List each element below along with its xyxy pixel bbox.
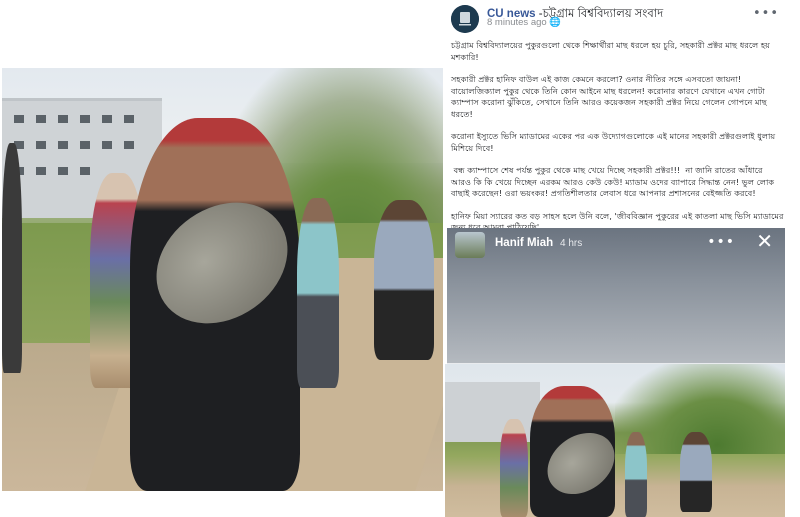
left-photo (2, 68, 443, 491)
post-paragraph: করোনা ইস্যুতে ভিসি ম্যাডামের একের পর এক … (451, 131, 778, 153)
cu-news-logo-icon (451, 5, 479, 33)
viewer-timestamp[interactable]: 4 hrs (560, 238, 582, 249)
close-icon[interactable]: ✕ (756, 231, 773, 251)
person-grey-shirt (374, 200, 434, 360)
person-striped-shirt (500, 419, 528, 517)
more-dots-icon[interactable]: ••• (707, 234, 735, 250)
globe-icon: 🌐 (549, 17, 562, 28)
post-paragraph: চট্টগ্রাম বিশ্ববিদ্যালয়ের পুকুরগুলো থেক… (451, 40, 773, 62)
post-more-options-icon[interactable]: ••• (753, 6, 779, 21)
right-photo[interactable] (445, 364, 785, 517)
photo-building (445, 382, 540, 442)
post-paragraph: সহকারী প্রক্টর হানিফ বাউল এই কাজ কেমনে ক… (451, 74, 770, 119)
person-left-edge (2, 143, 22, 373)
post-time-text[interactable]: 8 minutes ago (487, 17, 547, 28)
post-text: চট্টগ্রাম বিশ্ববিদ্যালয়ের পুকুরগুলো থেক… (451, 40, 785, 245)
person-grey-shirt (680, 432, 712, 512)
post-paragraph: বন্ধ ক্যাম্পাসে শেষ পর্যন্ত পুকুর থেকে ম… (451, 165, 777, 198)
viewer-avatar[interactable] (455, 232, 485, 258)
person-blue-shirt (297, 198, 339, 388)
viewer-header: Hanif Miah 4 hrs ••• ✕ (447, 228, 785, 363)
post-timestamp[interactable]: 8 minutes ago 🌐 (487, 17, 561, 28)
person-blue-shirt (625, 432, 647, 517)
viewer-author-name[interactable]: Hanif Miah (495, 237, 553, 249)
page-avatar[interactable] (451, 5, 479, 33)
